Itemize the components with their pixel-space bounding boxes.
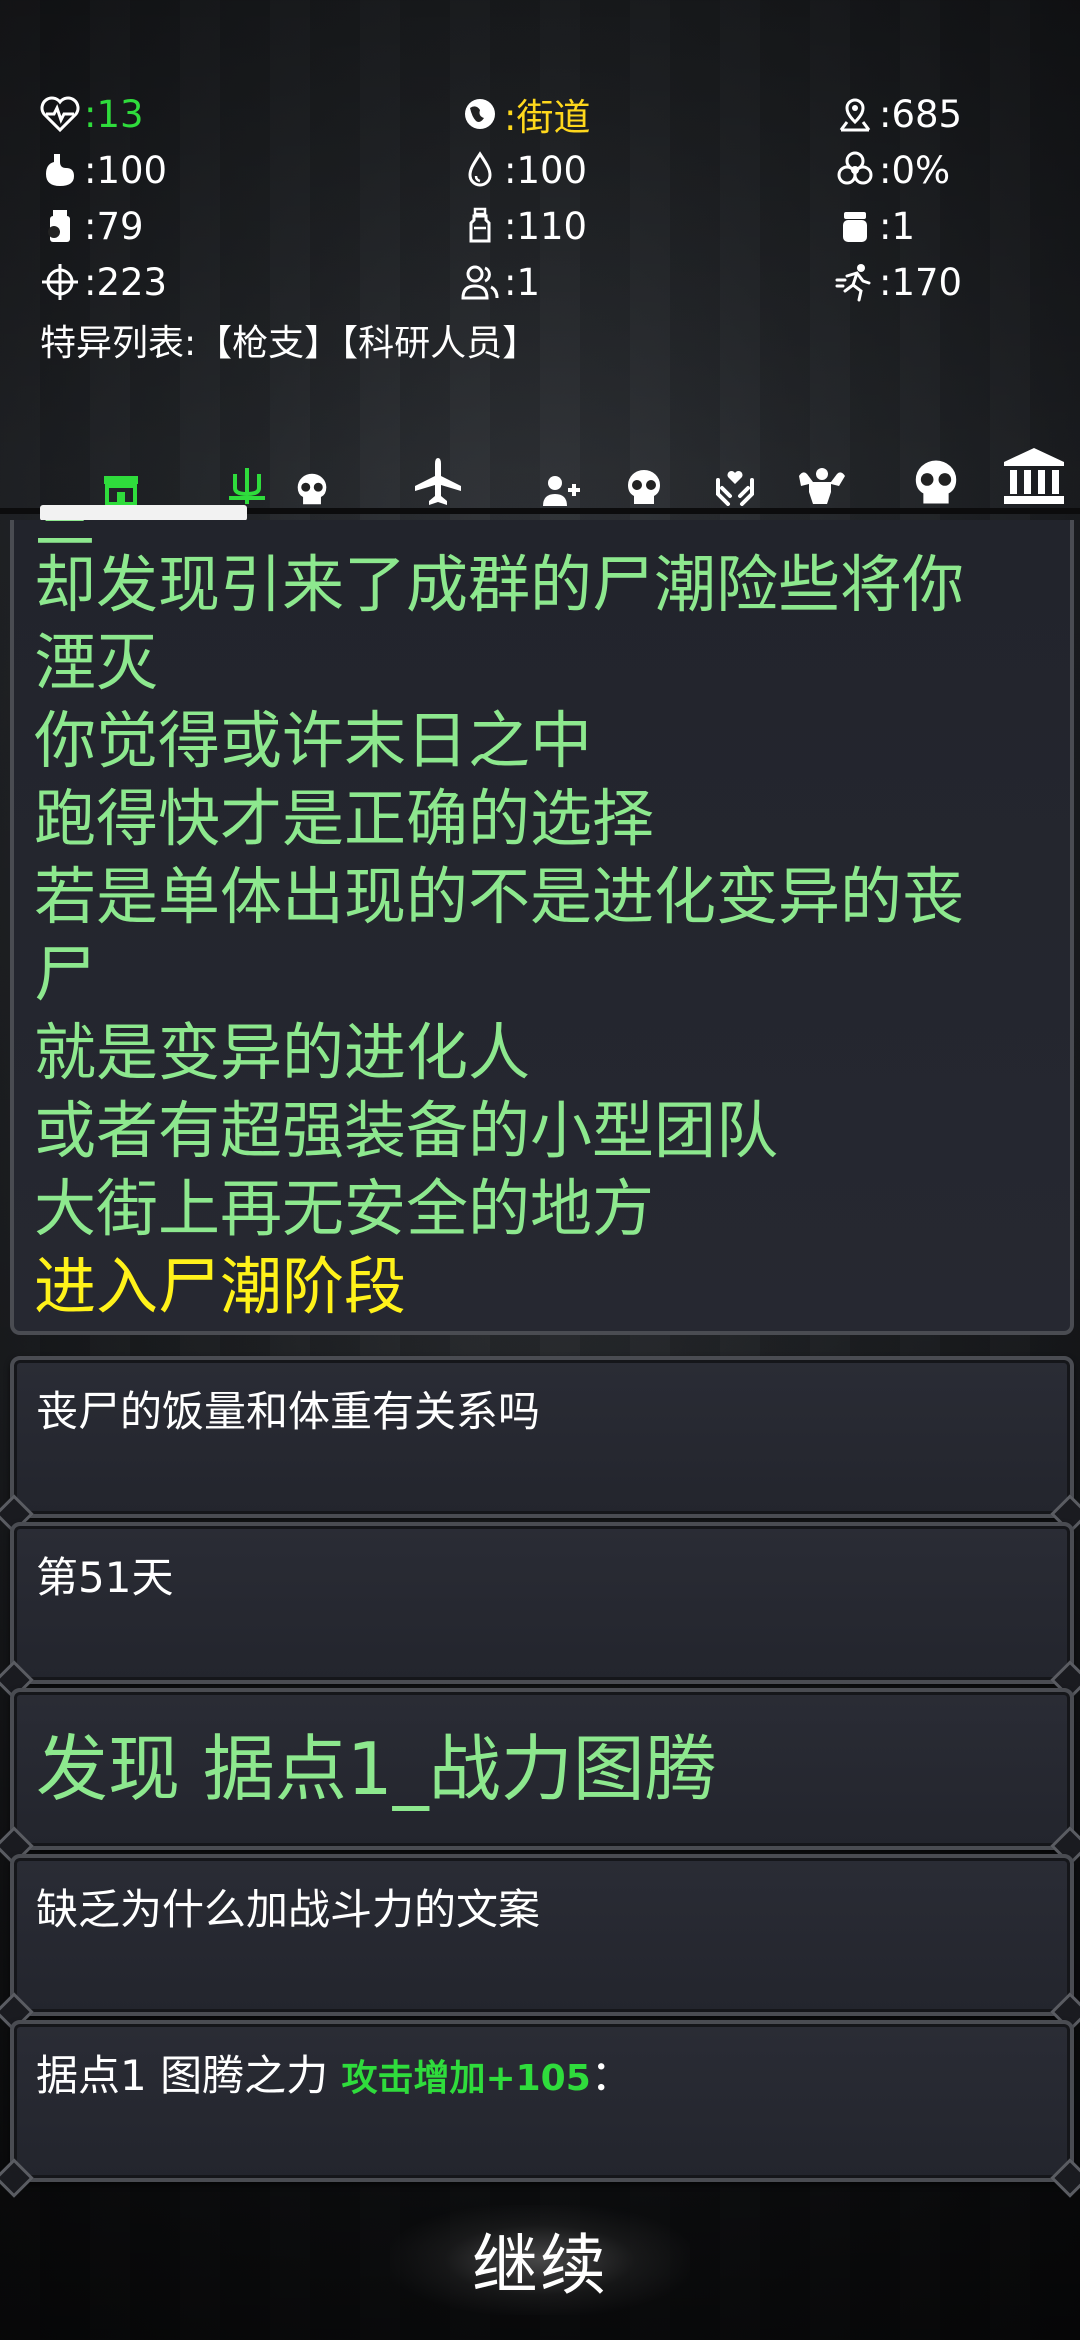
message-text: 第51天 [36,1553,174,1602]
tab-care[interactable] [712,466,758,506]
tab-trident[interactable] [222,464,272,506]
map-pin-icon [839,98,871,132]
stat-distance: :685 [833,86,1048,142]
story-line: 若是单体出现的不是进化变异的丧 [34,860,965,933]
stat-water: :100 [458,142,833,198]
stat-drink: :110 [458,198,833,254]
drink-value: :110 [504,204,588,248]
story-line: 就是变异的进化人 [34,1016,531,1089]
heart-pulse-icon [40,96,80,133]
story-line: 三 [34,520,1064,546]
stat-survivors: :1 [458,254,833,310]
muscle-icon [799,468,845,504]
tab-bar [0,440,1080,510]
story-line: 湮灭 [34,626,159,699]
stats-panel: :13 :街道 :685 :100 :100 :0% :79 :110 :1 :… [38,86,1048,310]
people-icon [461,265,499,300]
tab-skull-3[interactable] [908,458,964,506]
airplane-icon [415,458,461,505]
water-drop-icon [468,151,492,187]
hands-heart-icon [716,470,754,506]
message-panel: 第51天 [10,1522,1074,1684]
stat-location: :街道 [458,86,833,142]
survivors-value: :1 [504,260,541,304]
stat-infection: :0% [833,142,1048,198]
story-line: 却发现引来了成群的尸潮险些将你 [34,548,965,621]
trident-icon [229,468,265,504]
tab-travel[interactable] [410,456,466,506]
story-highlight: 进入尸潮阶段 [34,1250,407,1323]
story-log-panel[interactable]: 三 却发现引来了成群的尸潮险些将你 湮灭 你觉得或许末日之中 跑得快才是正确的选… [10,520,1074,1335]
stomach-icon [46,154,74,186]
water-value: :100 [504,148,588,192]
stat-food: :79 [38,198,458,254]
speed-value: :170 [879,260,963,304]
stat-hunger: :100 [38,142,458,198]
message-text: 据点1 图腾之力 攻击增加+105： [36,2042,633,2103]
story-lines: 三 却发现引来了成群的尸潮险些将你 湮灭 你觉得或许末日之中 跑得快才是正确的选… [34,520,1064,1326]
message-title: 发现 据点1_战力图腾 [36,1727,717,1811]
tab-skull-1[interactable] [290,472,334,506]
tab-indicator [40,505,247,521]
tab-recruit[interactable] [540,474,584,506]
add-person-icon [543,476,580,506]
message-panel: 缺乏为什么加战斗力的文案 [10,1854,1074,2016]
stat-health: :13 [38,86,458,142]
story-line: 跑得快才是正确的选择 [34,782,655,855]
running-icon [835,264,871,302]
skull-icon [297,473,327,505]
globe-icon [465,99,495,129]
tab-shop[interactable] [96,472,146,506]
stat-speed: :170 [833,254,1048,310]
hunger-value: :100 [84,148,168,192]
message-panel: 丧尸的饭量和体重有关系吗 [10,1356,1074,1518]
tab-base[interactable] [1000,446,1068,506]
bottle-icon [469,207,491,243]
shop-icon [104,476,138,506]
skull-icon [915,460,957,504]
stat-item: :1 [833,198,1048,254]
distance-value: :685 [879,92,963,136]
story-line: 尸 [34,938,97,1011]
story-line: 你觉得或许末日之中 [34,704,593,777]
item-value: :1 [879,204,916,248]
story-line: 或者有超强装备的小型团队 [34,1094,779,1167]
skull-icon [628,470,660,504]
location-value: :街道 [504,96,591,139]
special-list: 特异列表:【枪支】【科研人员】 [40,323,539,364]
attack-bonus: 攻击增加+105 [341,2058,591,2099]
infection-value: :0% [879,148,951,192]
message-panel: 发现 据点1_战力图腾 [10,1688,1074,1850]
message-text: 缺乏为什么加战斗力的文案 [36,1885,541,1934]
bank-icon [1004,448,1064,504]
story-line: 大街上再无安全的地方 [34,1172,655,1245]
message-panel: 据点1 图腾之力 攻击增加+105： [10,2020,1074,2182]
continue-button[interactable]: 继续 [390,2205,690,2315]
tab-skull-2[interactable] [622,468,666,506]
food-value: :79 [84,204,144,248]
tab-training[interactable] [794,466,850,506]
stat-attack: :223 [38,254,458,310]
jar-icon [843,212,867,242]
food-icon [48,210,70,242]
biohazard-icon [837,151,873,185]
message-suffix: ： [590,2051,633,2100]
crosshair-icon [42,264,78,300]
message-text: 丧尸的饭量和体重有关系吗 [36,1387,541,1436]
attack-value: :223 [84,260,168,304]
health-value: :13 [84,92,144,136]
message-prefix: 据点1 图腾之力 [36,2051,342,2100]
